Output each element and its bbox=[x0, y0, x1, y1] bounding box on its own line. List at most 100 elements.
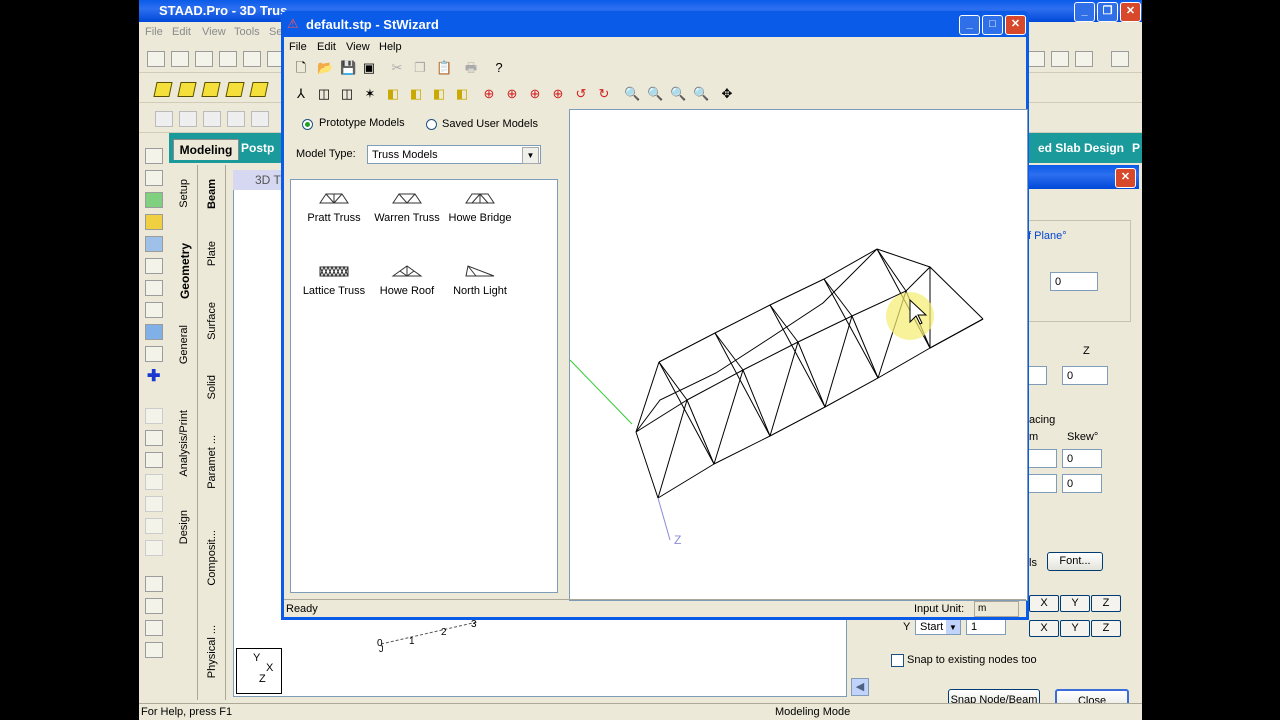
axis-y-button[interactable]: Y bbox=[1060, 595, 1090, 612]
vtab-design[interactable]: Design bbox=[178, 510, 190, 544]
geometry-cursor-icon[interactable] bbox=[145, 302, 163, 318]
tab-slab-design[interactable]: ed Slab Design bbox=[1038, 141, 1124, 155]
frame-icon[interactable] bbox=[1111, 51, 1129, 67]
save-icon[interactable] bbox=[219, 51, 237, 67]
wizard-maximize-icon[interactable]: □ bbox=[982, 15, 1003, 35]
axis-y-button-2[interactable]: Y bbox=[1060, 620, 1090, 637]
zoom-all-icon[interactable]: 🔍 bbox=[693, 87, 709, 101]
view-3d-icon[interactable] bbox=[153, 82, 173, 97]
copy-icon[interactable]: ❐ bbox=[413, 61, 427, 75]
cursor-icon[interactable] bbox=[155, 111, 173, 127]
member-icon[interactable] bbox=[1075, 51, 1093, 67]
view-3d-icon[interactable] bbox=[177, 82, 197, 97]
wizard-menu-view[interactable]: View bbox=[346, 41, 370, 53]
model-type-select[interactable]: Truss Models ▼ bbox=[367, 145, 541, 164]
edit-icon[interactable] bbox=[145, 346, 163, 362]
open-icon[interactable] bbox=[171, 51, 189, 67]
new-icon[interactable] bbox=[147, 51, 165, 67]
node-icon[interactable] bbox=[1027, 51, 1045, 67]
save-as-icon[interactable]: ▣ bbox=[362, 61, 376, 75]
vtab-physical[interactable]: Physical ... bbox=[206, 625, 218, 678]
wizard-menu-help[interactable]: Help bbox=[379, 41, 402, 53]
axis-x-button[interactable]: X bbox=[1029, 595, 1059, 612]
rotate-left-icon[interactable]: ⊕ bbox=[528, 87, 542, 101]
skew-input-1[interactable]: 0 bbox=[1062, 449, 1102, 468]
surface-cursor-icon[interactable] bbox=[145, 258, 163, 274]
zoom-in-icon[interactable]: 🔍 bbox=[624, 87, 640, 101]
vtab-surface[interactable]: Surface bbox=[206, 302, 218, 340]
save-icon[interactable]: 💾 bbox=[340, 61, 356, 75]
spin-left-icon[interactable]: ↺ bbox=[574, 87, 588, 101]
copy-icon[interactable] bbox=[243, 51, 261, 67]
model-howe-roof[interactable]: Howe Roof bbox=[370, 265, 444, 297]
axis-z-button[interactable]: Z bbox=[1091, 595, 1121, 612]
menu-edit[interactable]: Edit bbox=[172, 26, 191, 38]
scroll-left-icon[interactable]: ◀ bbox=[851, 678, 869, 696]
view-3d-icon[interactable] bbox=[225, 82, 245, 97]
measure-icon[interactable] bbox=[145, 430, 163, 446]
skew-input-2[interactable]: 0 bbox=[1062, 474, 1102, 493]
wizard-close-icon[interactable]: ✕ bbox=[1005, 15, 1026, 35]
vtab-general[interactable]: General bbox=[178, 325, 190, 364]
rotate-right-icon[interactable]: ⊕ bbox=[551, 87, 565, 101]
cursor-icon[interactable] bbox=[251, 111, 269, 127]
label-icon[interactable] bbox=[145, 576, 163, 592]
member-icon[interactable] bbox=[1051, 51, 1069, 67]
snap-checkbox[interactable] bbox=[891, 654, 904, 667]
model-north-light[interactable]: North Light bbox=[443, 265, 517, 297]
spacing-input-2[interactable] bbox=[1027, 474, 1057, 493]
view-3d-icon[interactable] bbox=[249, 82, 269, 97]
spacing-input-1[interactable] bbox=[1027, 449, 1057, 468]
menu-file[interactable]: File bbox=[145, 26, 163, 38]
y-coord-input[interactable] bbox=[1027, 366, 1047, 385]
label-icon[interactable] bbox=[145, 598, 163, 614]
menu-tools[interactable]: Tools bbox=[234, 26, 260, 38]
grid-icon[interactable] bbox=[145, 324, 163, 340]
model-pratt-truss[interactable]: Pratt Truss bbox=[297, 192, 371, 224]
radio-saved[interactable] bbox=[426, 119, 437, 130]
wizard-menu-edit[interactable]: Edit bbox=[317, 41, 336, 53]
add-icon[interactable]: ✚ bbox=[147, 366, 160, 386]
pan-icon[interactable]: ✥ bbox=[720, 87, 734, 101]
model-warren-truss[interactable]: Warren Truss bbox=[370, 192, 444, 224]
spin-right-icon[interactable]: ↻ bbox=[597, 87, 611, 101]
zoom-window-icon[interactable]: 🔍 bbox=[670, 87, 686, 101]
wizard-3d-view[interactable]: Z bbox=[569, 109, 1028, 601]
vtab-geometry[interactable]: Geometry bbox=[178, 243, 192, 299]
vtab-plate[interactable]: Plate bbox=[206, 241, 218, 266]
view-cube-icon[interactable]: ◫ bbox=[340, 87, 354, 101]
model-howe-bridge[interactable]: Howe Bridge bbox=[443, 192, 517, 224]
open-folder-icon[interactable]: 📂 bbox=[317, 61, 333, 75]
vtab-setup[interactable]: Setup bbox=[178, 179, 190, 208]
cursor-icon[interactable] bbox=[203, 111, 221, 127]
axes-icon[interactable]: ⅄ bbox=[294, 87, 308, 101]
select-icon[interactable] bbox=[145, 148, 163, 164]
radio-prototype[interactable] bbox=[302, 119, 313, 130]
cut-icon[interactable]: ✂ bbox=[390, 61, 404, 75]
vtab-analysis-print[interactable]: Analysis/Print bbox=[178, 410, 190, 477]
view-side-icon[interactable]: ◧ bbox=[432, 87, 446, 101]
cursor-icon[interactable] bbox=[227, 111, 245, 127]
view-front-icon[interactable]: ◧ bbox=[386, 87, 400, 101]
chevron-down-icon[interactable]: ▼ bbox=[522, 147, 539, 164]
view-cube-icon[interactable]: ✶ bbox=[363, 87, 377, 101]
rotate-up-icon[interactable]: ⊕ bbox=[482, 87, 496, 101]
solid-cursor-icon[interactable] bbox=[145, 280, 163, 296]
label-icon[interactable] bbox=[145, 620, 163, 636]
count-stepper[interactable]: 1 bbox=[966, 618, 1006, 635]
print-icon[interactable]: 🖶 bbox=[464, 61, 478, 75]
wizard-menu-file[interactable]: File bbox=[289, 41, 307, 53]
tab-modeling[interactable]: Modeling bbox=[173, 139, 239, 160]
node-cursor-icon[interactable] bbox=[145, 192, 163, 208]
select-icon[interactable] bbox=[145, 170, 163, 186]
font-button[interactable]: Font... bbox=[1047, 552, 1103, 571]
view-cube-icon[interactable]: ◫ bbox=[317, 87, 331, 101]
rotate-down-icon[interactable]: ⊕ bbox=[505, 87, 519, 101]
minimize-icon[interactable]: _ bbox=[1074, 2, 1095, 22]
zoom-out-icon[interactable]: 🔍 bbox=[647, 87, 663, 101]
view-3d-icon[interactable] bbox=[201, 82, 221, 97]
help-icon[interactable]: ? bbox=[492, 61, 506, 75]
chevron-down-icon[interactable]: ▼ bbox=[946, 619, 960, 634]
paste-icon[interactable]: 📋 bbox=[436, 61, 452, 75]
view-back-icon[interactable]: ◧ bbox=[409, 87, 423, 101]
